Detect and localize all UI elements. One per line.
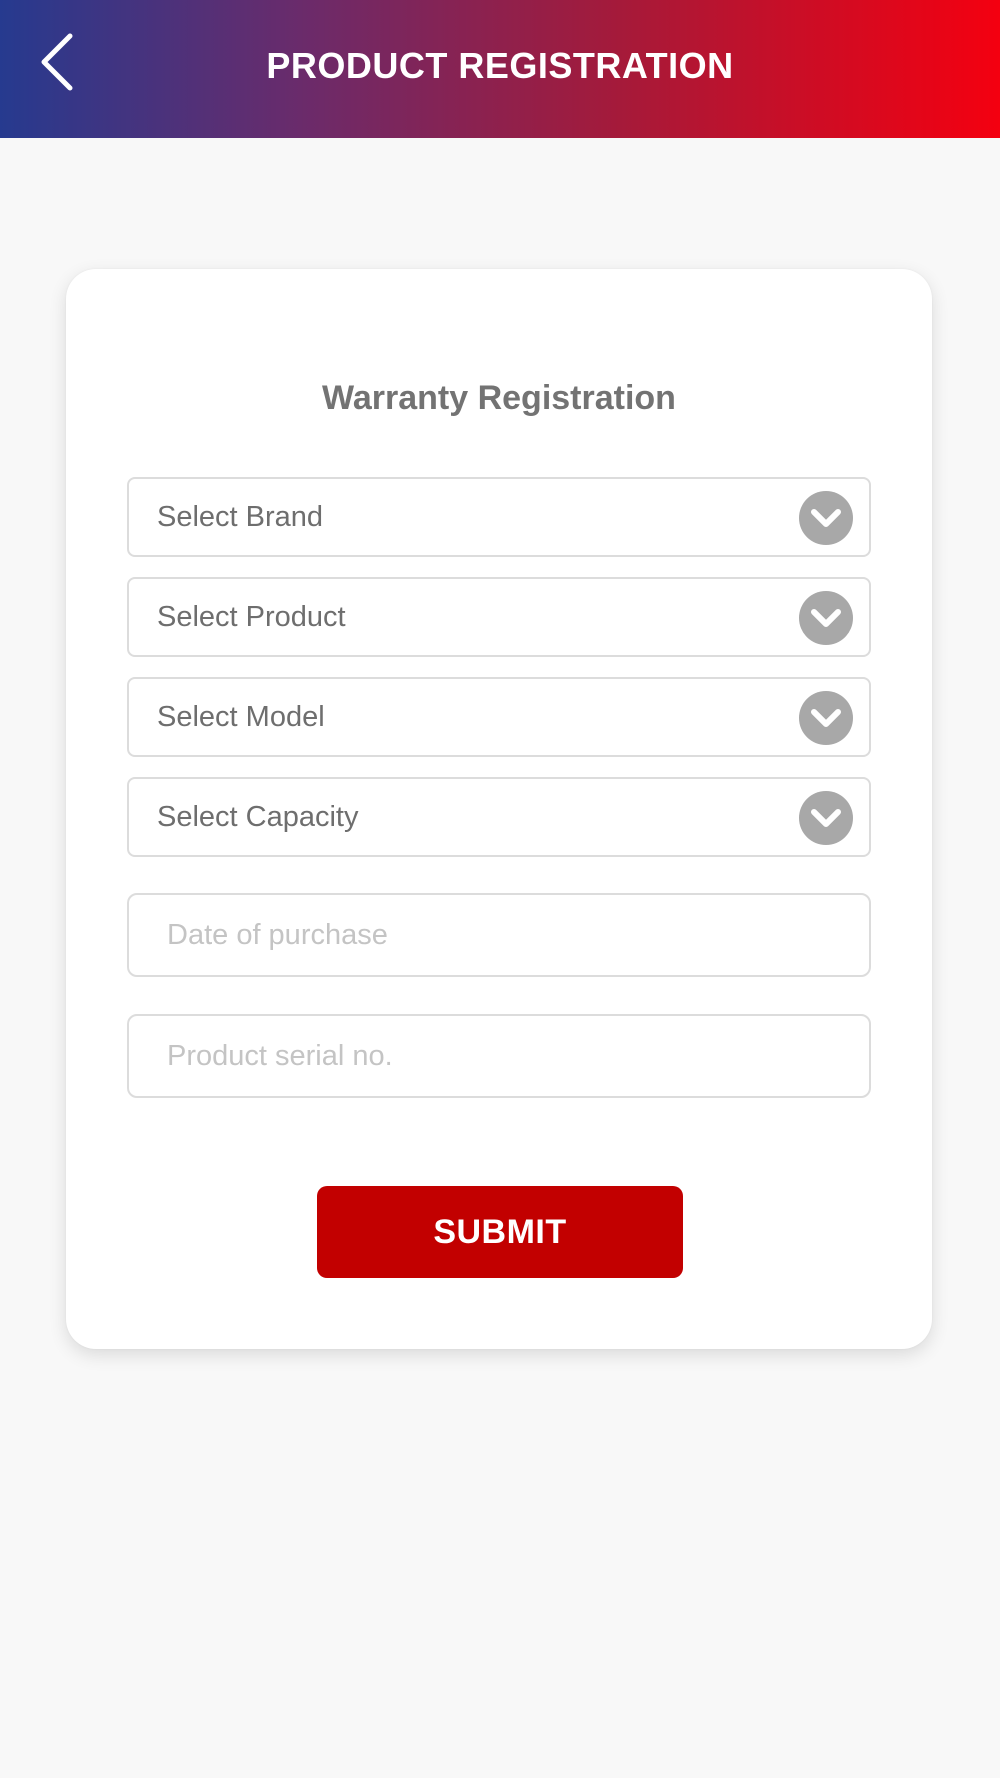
product-select-label: Select Product [157, 601, 346, 633]
product-serial-input[interactable] [127, 1014, 871, 1098]
submit-button[interactable]: SUBMIT [317, 1186, 683, 1278]
app-header: PRODUCT REGISTRATION [0, 0, 1000, 138]
brand-select-label: Select Brand [157, 501, 324, 533]
capacity-select-label: Select Capacity [157, 801, 359, 833]
date-of-purchase-input[interactable] [127, 893, 871, 977]
page-title: PRODUCT REGISTRATION [266, 45, 734, 86]
warranty-registration-card: Warranty Registration Select Brand Selec… [66, 269, 932, 1349]
product-select[interactable]: Select Product [127, 577, 871, 657]
capacity-select[interactable]: Select Capacity [127, 777, 871, 857]
chevron-down-icon [799, 591, 853, 645]
brand-select[interactable]: Select Brand [127, 477, 871, 557]
model-select[interactable]: Select Model [127, 677, 871, 757]
model-select-label: Select Model [157, 701, 325, 733]
chevron-down-icon [799, 491, 853, 545]
chevron-down-icon [799, 691, 853, 745]
form-title: Warranty Registration [322, 379, 676, 417]
chevron-down-icon [799, 791, 853, 845]
